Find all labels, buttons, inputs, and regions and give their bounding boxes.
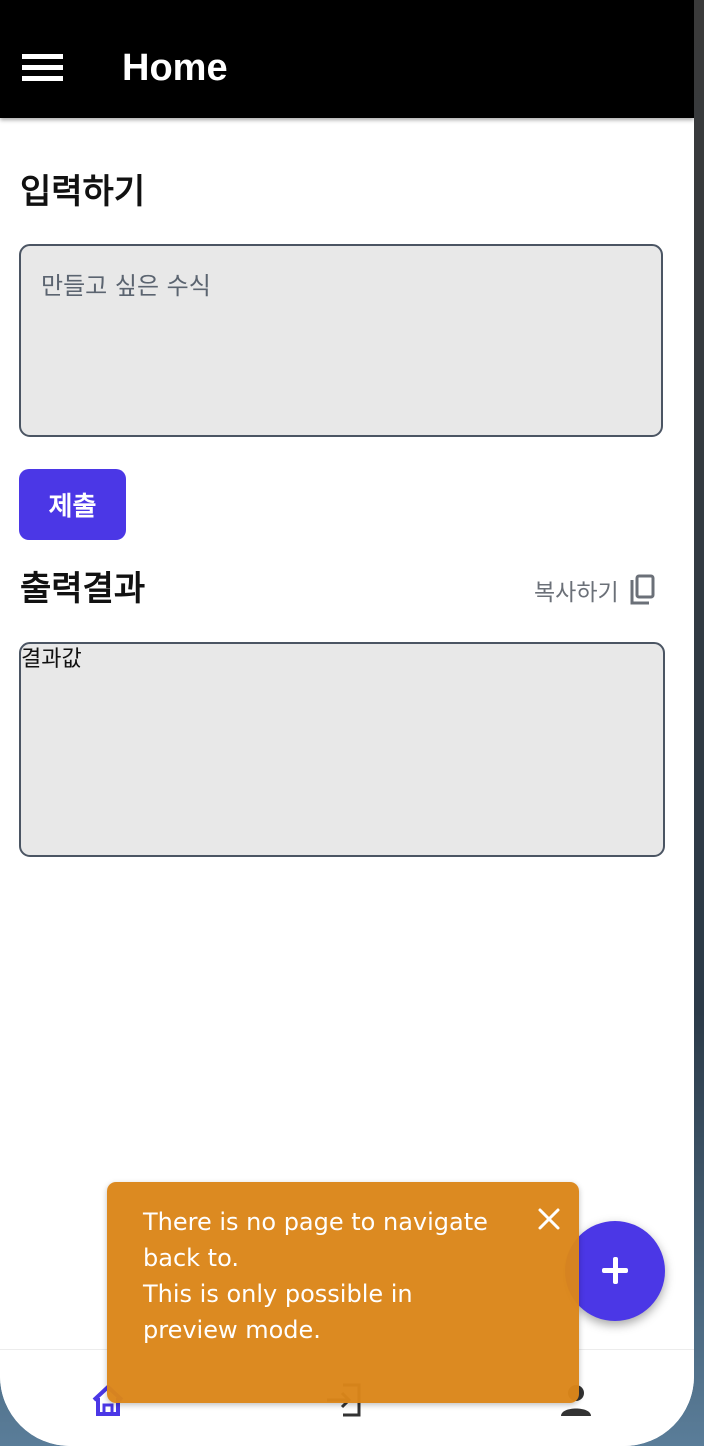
copy-icon [630,574,655,605]
result-output: 결과값 [19,642,665,857]
page-title: Home [122,47,228,89]
navigation-toast: There is no page to navigate back to. Th… [107,1182,579,1403]
output-section-title: 출력결과 [20,570,146,608]
app-screen: Home 입력하기 제출 출력결과 복사하기 결과값 [0,0,694,1446]
copy-button[interactable]: 복사하기 [534,572,655,608]
submit-button[interactable]: 제출 [19,469,126,540]
toast-line-2: This is only possible in preview mode. [143,1280,413,1344]
hamburger-menu-icon[interactable] [16,46,68,90]
toast-message: There is no page to navigate back to. Th… [143,1204,513,1348]
close-icon[interactable] [536,1206,562,1232]
result-text: 결과값 [21,647,82,672]
app-bar: Home [0,0,694,118]
input-section-title: 입력하기 [20,173,146,211]
add-fab-button[interactable] [565,1221,665,1321]
copy-button-label: 복사하기 [534,580,619,606]
toast-line-1: There is no page to navigate back to. [143,1208,488,1272]
formula-input[interactable] [19,244,663,437]
